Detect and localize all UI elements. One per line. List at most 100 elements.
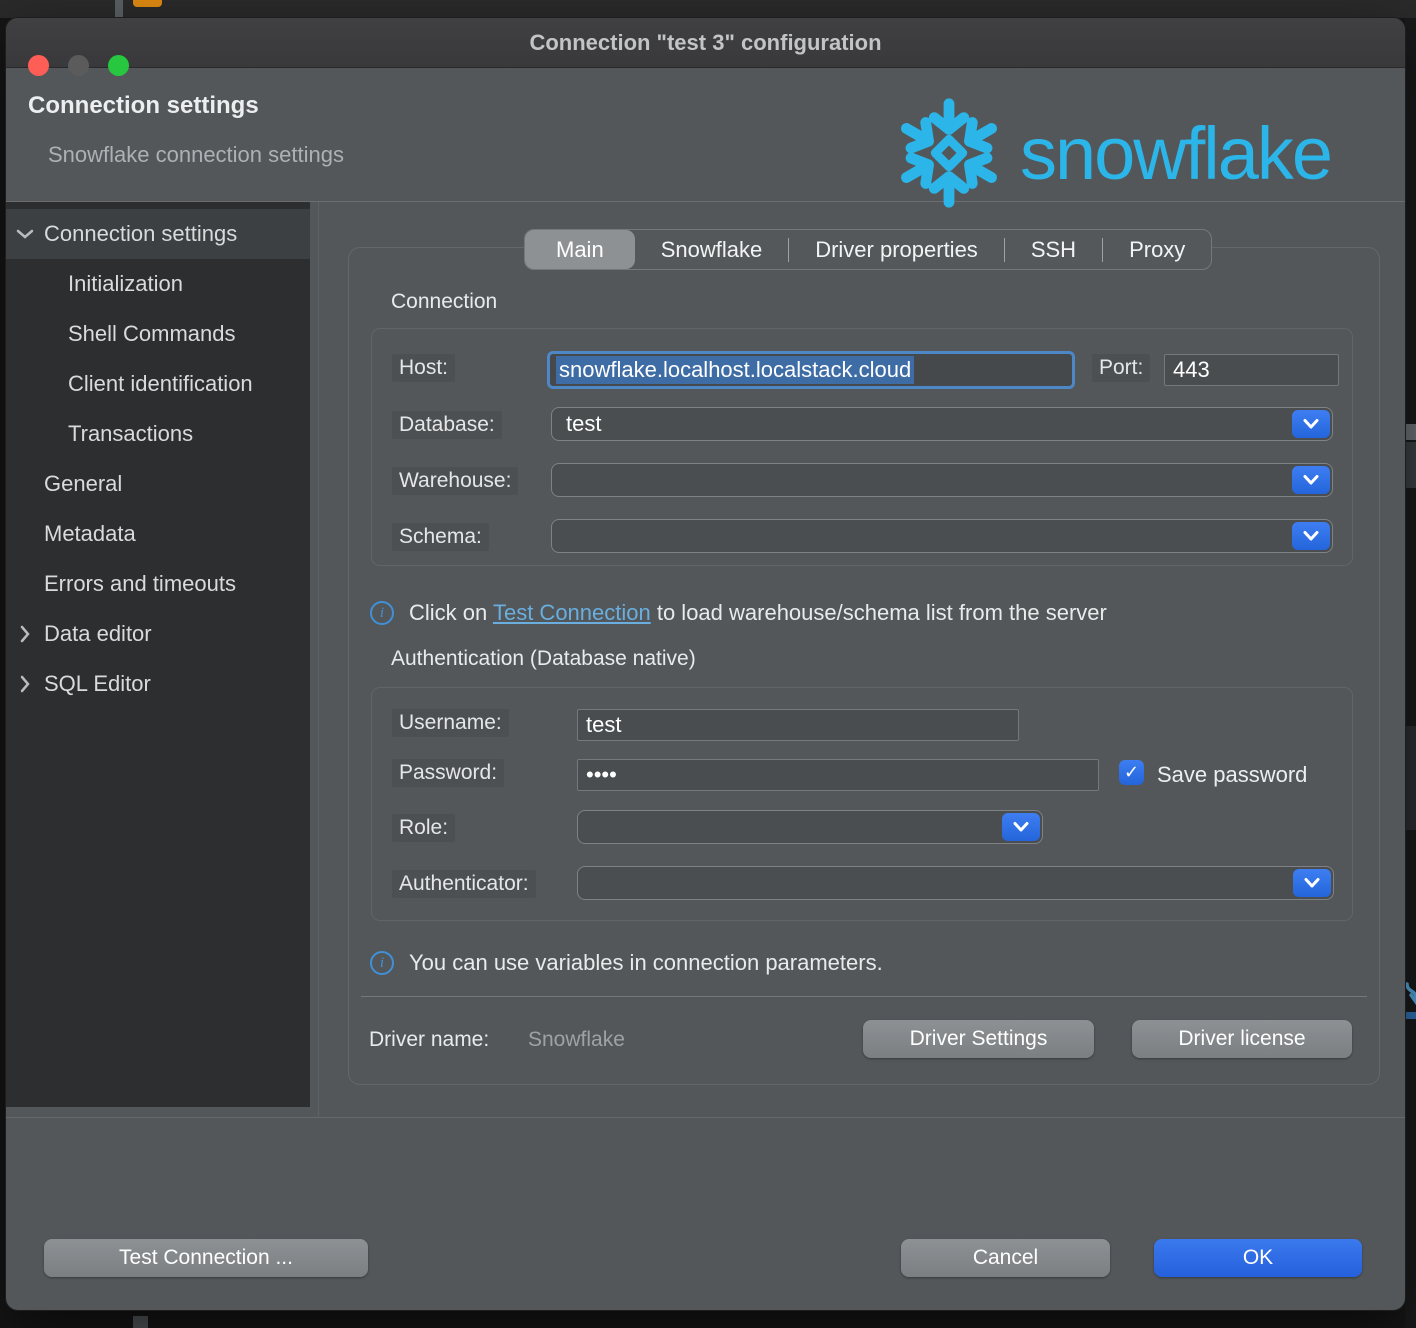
database-value: test bbox=[566, 411, 601, 437]
variables-hint: i You can use variables in connection pa… bbox=[370, 950, 883, 976]
sidebar-item-connection-settings[interactable]: Connection settings bbox=[6, 209, 310, 259]
warehouse-label: Warehouse: bbox=[392, 467, 518, 495]
hint-text: Click on Test Connection to load warehou… bbox=[409, 600, 1107, 626]
port-label: Port: bbox=[1092, 354, 1150, 382]
auth-group: Username: test Password: •••• ✓ Save pas… bbox=[371, 687, 1353, 921]
titlebar: Connection "test 3" configuration bbox=[6, 18, 1405, 68]
sidebar-item-label: Client identification bbox=[68, 371, 253, 397]
host-input[interactable]: snowflake.localhost.localstack.cloud bbox=[547, 351, 1075, 389]
authenticator-combo[interactable] bbox=[577, 866, 1334, 900]
desktop-orange-tab bbox=[133, 0, 162, 7]
schema-combo[interactable] bbox=[551, 519, 1333, 553]
driver-separator bbox=[361, 996, 1367, 997]
host-value: snowflake.localhost.localstack.cloud bbox=[556, 356, 914, 384]
sidebar-item-client-identification[interactable]: Client identification bbox=[6, 359, 310, 409]
sidebar-item-transactions[interactable]: Transactions bbox=[6, 409, 310, 459]
sidebar-item-label: General bbox=[44, 471, 122, 497]
background-block bbox=[1406, 424, 1416, 440]
database-combo[interactable]: test bbox=[551, 407, 1333, 441]
connection-configuration-dialog: Connection "test 3" configuration Connec… bbox=[6, 18, 1405, 1310]
dialog-header: Connection settings Snowflake connection… bbox=[6, 68, 1405, 202]
tab-ssh[interactable]: SSH bbox=[1005, 230, 1102, 269]
port-value: 443 bbox=[1173, 357, 1210, 383]
authenticator-label: Authenticator: bbox=[392, 870, 536, 898]
background-bar bbox=[1404, 1012, 1416, 1019]
warehouse-combo[interactable] bbox=[551, 463, 1333, 497]
background-block bbox=[133, 1316, 148, 1328]
test-connection-link[interactable]: Test Connection bbox=[493, 600, 651, 625]
sidebar-item-label: Connection settings bbox=[44, 221, 237, 247]
chevron-down-icon[interactable] bbox=[6, 228, 44, 240]
driver-license-button[interactable]: Driver license bbox=[1132, 1020, 1352, 1058]
connection-group: Host: snowflake.localhost.localstack.clo… bbox=[371, 328, 1353, 566]
dialog-main: Connection settings Initialization Shell… bbox=[6, 202, 1405, 1118]
save-password-checkbox[interactable]: ✓ bbox=[1119, 760, 1144, 785]
chevron-right-icon[interactable] bbox=[6, 625, 44, 643]
background-block bbox=[1406, 726, 1416, 830]
sidebar-item-general[interactable]: General bbox=[6, 459, 310, 509]
role-dropdown-button[interactable] bbox=[1002, 813, 1040, 841]
role-combo[interactable] bbox=[577, 810, 1043, 844]
driver-name-value: Snowflake bbox=[528, 1028, 625, 1052]
database-dropdown-button[interactable] bbox=[1292, 410, 1330, 438]
tab-label: SSH bbox=[1031, 237, 1076, 263]
username-label: Username: bbox=[392, 709, 509, 737]
sidebar-item-label: Shell Commands bbox=[68, 321, 236, 347]
sidebar-item-shell-commands[interactable]: Shell Commands bbox=[6, 309, 310, 359]
sidebar-item-label: Metadata bbox=[44, 521, 136, 547]
tab-driver-properties[interactable]: Driver properties bbox=[789, 230, 1004, 269]
schema-label: Schema: bbox=[392, 523, 489, 551]
sidebar-item-initialization[interactable]: Initialization bbox=[6, 259, 310, 309]
info-icon: i bbox=[370, 601, 394, 625]
connection-group-title: Connection bbox=[391, 290, 497, 314]
hint-prefix: Click on bbox=[409, 600, 493, 625]
ok-button[interactable]: OK bbox=[1154, 1239, 1362, 1277]
sidebar-item-sql-editor[interactable]: SQL Editor bbox=[6, 659, 310, 709]
info-icon: i bbox=[370, 951, 394, 975]
page-subtitle: Snowflake connection settings bbox=[48, 142, 344, 168]
tab-label: Driver properties bbox=[815, 237, 978, 263]
save-password-label: Save password bbox=[1157, 762, 1307, 788]
background-block bbox=[1406, 442, 1416, 488]
sidebar-item-errors-and-timeouts[interactable]: Errors and timeouts bbox=[6, 559, 310, 609]
tab-label: Main bbox=[556, 237, 604, 263]
authenticator-dropdown-button[interactable] bbox=[1293, 869, 1331, 897]
port-input[interactable]: 443 bbox=[1164, 354, 1339, 386]
schema-dropdown-button[interactable] bbox=[1292, 522, 1330, 550]
snowflake-logo: snowflake bbox=[890, 94, 1331, 217]
tab-label: Proxy bbox=[1129, 237, 1185, 263]
tab-proxy[interactable]: Proxy bbox=[1103, 230, 1211, 269]
dialog-footer: Test Connection ... Cancel OK bbox=[6, 1118, 1405, 1310]
settings-tree: Connection settings Initialization Shell… bbox=[6, 202, 310, 1107]
desktop-right-strip bbox=[1405, 18, 1416, 1328]
hint-suffix: to load warehouse/schema list from the s… bbox=[651, 600, 1107, 625]
database-label: Database: bbox=[392, 411, 502, 439]
sidebar-item-label: Errors and timeouts bbox=[44, 571, 236, 597]
snowflake-wordmark: snowflake bbox=[1020, 100, 1331, 208]
page-title: Connection settings bbox=[28, 92, 259, 120]
tab-snowflake[interactable]: Snowflake bbox=[635, 230, 789, 269]
warehouse-dropdown-button[interactable] bbox=[1292, 466, 1330, 494]
sidebar-item-label: Transactions bbox=[68, 421, 193, 447]
sidebar-item-label: SQL Editor bbox=[44, 671, 151, 697]
snowflake-mark-icon bbox=[890, 94, 1008, 217]
password-input[interactable]: •••• bbox=[577, 759, 1099, 791]
tab-main[interactable]: Main bbox=[525, 230, 635, 269]
desktop-divider bbox=[115, 0, 123, 18]
tab-label: Snowflake bbox=[661, 237, 763, 263]
role-label: Role: bbox=[392, 814, 455, 842]
driver-name-label: Driver name: bbox=[369, 1028, 489, 1052]
chevron-right-icon[interactable] bbox=[6, 675, 44, 693]
sidebar-item-metadata[interactable]: Metadata bbox=[6, 509, 310, 559]
sidebar-item-label: Initialization bbox=[68, 271, 183, 297]
driver-settings-button[interactable]: Driver Settings bbox=[863, 1020, 1094, 1058]
test-connection-button[interactable]: Test Connection ... bbox=[44, 1239, 368, 1277]
password-value: •••• bbox=[586, 762, 617, 788]
host-label: Host: bbox=[392, 354, 455, 382]
cancel-button[interactable]: Cancel bbox=[901, 1239, 1110, 1277]
sidebar-item-data-editor[interactable]: Data editor bbox=[6, 609, 310, 659]
settings-content: Main Snowflake Driver properties SSH Pro… bbox=[319, 202, 1405, 1118]
password-label: Password: bbox=[392, 759, 504, 787]
auth-group-title: Authentication (Database native) bbox=[391, 647, 696, 671]
username-input[interactable]: test bbox=[577, 709, 1019, 741]
